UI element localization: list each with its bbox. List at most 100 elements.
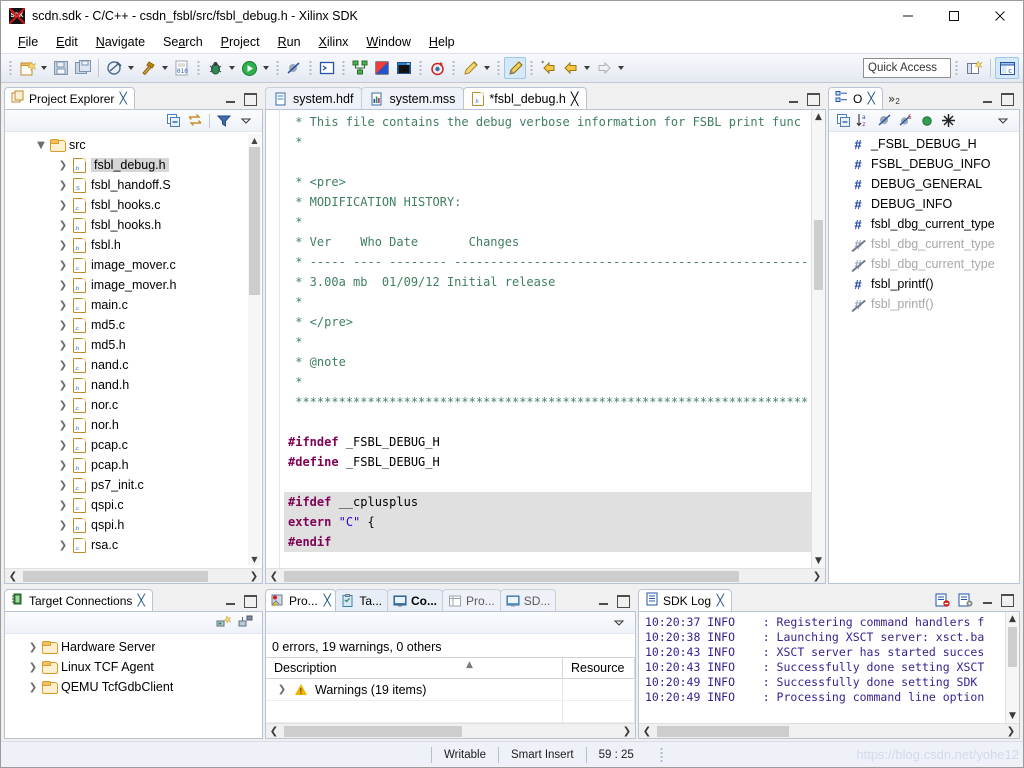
tree-row-file[interactable]: ❯ .h md5.h [5, 335, 262, 355]
tree-row-file[interactable]: ❯ .c rsa.c [5, 535, 262, 555]
close-icon[interactable]: ╳ [571, 91, 579, 106]
tree-row-file[interactable]: ❯ .c fsbl_hooks.c [5, 195, 262, 215]
tab-sdk-log[interactable]: SDK Log ╳ [638, 589, 732, 611]
code-line[interactable]: #define _FSBL_DEBUG_H [284, 452, 811, 472]
forward-dropdown-icon[interactable] [615, 57, 627, 79]
binary-010-icon[interactable]: 010 [171, 57, 193, 79]
hscroll-track[interactable] [282, 725, 619, 738]
minimize-view-icon[interactable] [981, 93, 994, 106]
expand-arrow-icon[interactable]: ❯ [274, 684, 290, 695]
code-line[interactable] [284, 552, 811, 568]
expand-arrow-icon[interactable]: ❯ [55, 180, 71, 191]
tree-row-file[interactable]: ❯ .S fsbl_handoff.S [5, 175, 262, 195]
tab-project-explorer[interactable]: Project Explorer ╳ [4, 87, 135, 109]
code-line[interactable]: * Ver Who Date Changes [284, 232, 811, 252]
sdk-log-output[interactable]: 10:20:37 INFO : Registering command hand… [639, 612, 1005, 723]
code-line[interactable]: ****************************************… [284, 392, 811, 412]
expand-arrow-icon[interactable]: ❯ [55, 220, 71, 231]
tab-outline[interactable]: O ╳ [828, 87, 883, 109]
outline-item[interactable]: # fsbl_printf() [829, 274, 1019, 294]
expand-arrow-icon[interactable]: ❯ [55, 540, 71, 551]
code-line[interactable] [284, 472, 811, 492]
maximize-view-icon[interactable] [617, 595, 630, 608]
tree-row-file[interactable]: ❯ .c main.c [5, 295, 262, 315]
code-line[interactable]: * ----- ---- -------- ------------------… [284, 252, 811, 272]
expand-arrow-icon[interactable]: ❯ [55, 360, 71, 371]
minimize-view-icon[interactable] [224, 93, 237, 106]
debug-dropdown-icon[interactable] [226, 57, 238, 79]
tree-row-file[interactable]: ❯ .h image_mover.h [5, 275, 262, 295]
tree-row-file[interactable]: ❯ .h nand.h [5, 375, 262, 395]
menu-file[interactable]: File [9, 33, 47, 51]
target-connection-row[interactable]: ❯ Hardware Server [5, 637, 262, 657]
scroll-up-icon[interactable]: ▲ [812, 110, 826, 124]
problems-hscrollbar[interactable]: ❮ ❯ [266, 723, 635, 738]
status-grip[interactable] [659, 746, 667, 763]
expand-arrow-icon[interactable]: ❯ [55, 400, 71, 411]
menu-search[interactable]: Search [154, 33, 212, 51]
hide-static-icon[interactable]: S [898, 113, 914, 129]
new-connection-icon[interactable] [216, 615, 232, 631]
tree-row-file[interactable]: ❯ .h fsbl_debug.h [5, 155, 262, 175]
tree-row-file[interactable]: ❯ .c ps7_init.c [5, 475, 262, 495]
menu-xilinx[interactable]: Xilinx [310, 33, 358, 51]
tree-row-file[interactable]: ❯ .c pcap.c [5, 435, 262, 455]
tree-row-file[interactable]: ❯ .h pcap.h [5, 455, 262, 475]
scroll-thumb[interactable] [249, 147, 260, 295]
toolbar-grip-2[interactable] [195, 59, 202, 77]
maximize-button[interactable] [931, 1, 977, 31]
tab-SD[interactable]: SD... [499, 589, 557, 611]
maximize-view-icon[interactable] [244, 595, 257, 608]
build-dropdown-icon[interactable] [159, 57, 171, 79]
toolbar-grip-7[interactable] [450, 59, 457, 77]
toolbar-grip[interactable] [7, 59, 14, 77]
toolbar-grip-3[interactable] [274, 59, 281, 77]
minimize-view-icon[interactable] [981, 594, 994, 607]
outline-item[interactable]: # DEBUG_INFO [829, 194, 1019, 214]
hscroll-thumb[interactable] [284, 570, 739, 582]
problems-row[interactable]: ❯ Warnings (19 items) [266, 678, 635, 701]
link-with-editor-icon[interactable] [187, 113, 203, 129]
outline-item[interactable]: # fsbl_dbg_current_type [829, 254, 1019, 274]
code-line[interactable]: #ifndef _FSBL_DEBUG_H [284, 432, 811, 452]
editor-tab-fsbl_debugh[interactable]: .h *fsbl_debug.h ╳ [463, 87, 588, 109]
flash-program-icon[interactable] [371, 57, 393, 79]
expand-arrow-icon[interactable]: ❯ [55, 340, 71, 351]
problems-table-body[interactable]: ❯ Warnings (19 items) [266, 678, 635, 723]
minimize-editor-icon[interactable] [787, 93, 800, 106]
expand-arrow-icon[interactable]: ❯ [55, 520, 71, 531]
expand-arrow-icon[interactable]: ❯ [55, 300, 71, 311]
build-hammer-icon[interactable] [137, 57, 159, 79]
back-arrow-icon[interactable] [559, 57, 581, 79]
code-line[interactable]: * </pre> [284, 312, 811, 332]
target-connections-tree[interactable]: ❯ Hardware Server ❯ Linux TCF Agent ❯ QEMU Tc… [5, 634, 262, 738]
editor-change-ruler[interactable] [266, 110, 280, 583]
column-header-description[interactable]: Description [266, 657, 563, 679]
expand-arrow-icon[interactable]: ❯ [55, 500, 71, 511]
editor-vscrollbar[interactable]: ▲ ▼ [811, 110, 825, 568]
tab-Ta[interactable]: Ta... [335, 589, 388, 611]
close-icon[interactable]: ╳ [120, 92, 127, 105]
code-text-area[interactable]: * This file contains the debug verbose i… [280, 110, 811, 568]
expand-arrow-icon[interactable]: ❯ [55, 160, 71, 171]
program-fpga-icon[interactable] [103, 57, 125, 79]
tree-row-file[interactable]: ❯ .c image_mover.c [5, 255, 262, 275]
hscroll-track[interactable] [21, 570, 246, 583]
scroll-down-icon[interactable]: ▼ [812, 554, 826, 568]
toolbar-grip-4[interactable] [307, 59, 314, 77]
view-menu-icon[interactable] [611, 615, 627, 631]
maximize-view-icon[interactable] [244, 93, 257, 106]
expand-arrow-icon[interactable]: ❯ [55, 260, 71, 271]
code-line[interactable] [284, 152, 811, 172]
code-line[interactable]: #ifdef __cplusplus [284, 492, 811, 512]
code-line[interactable]: * @note [284, 352, 811, 372]
repositories-icon[interactable] [349, 57, 371, 79]
tree-row-file[interactable]: ❯ .c nand.c [5, 355, 262, 375]
toolbar-grip-6[interactable] [417, 59, 424, 77]
menu-help[interactable]: Help [420, 33, 464, 51]
tab-Pro[interactable]: Pro... [442, 589, 501, 611]
terminal-icon[interactable] [393, 57, 415, 79]
expand-arrow-icon[interactable]: ❯ [55, 320, 71, 331]
tab-Co[interactable]: Co... [387, 589, 443, 611]
scroll-right-icon[interactable]: ❯ [246, 569, 262, 584]
